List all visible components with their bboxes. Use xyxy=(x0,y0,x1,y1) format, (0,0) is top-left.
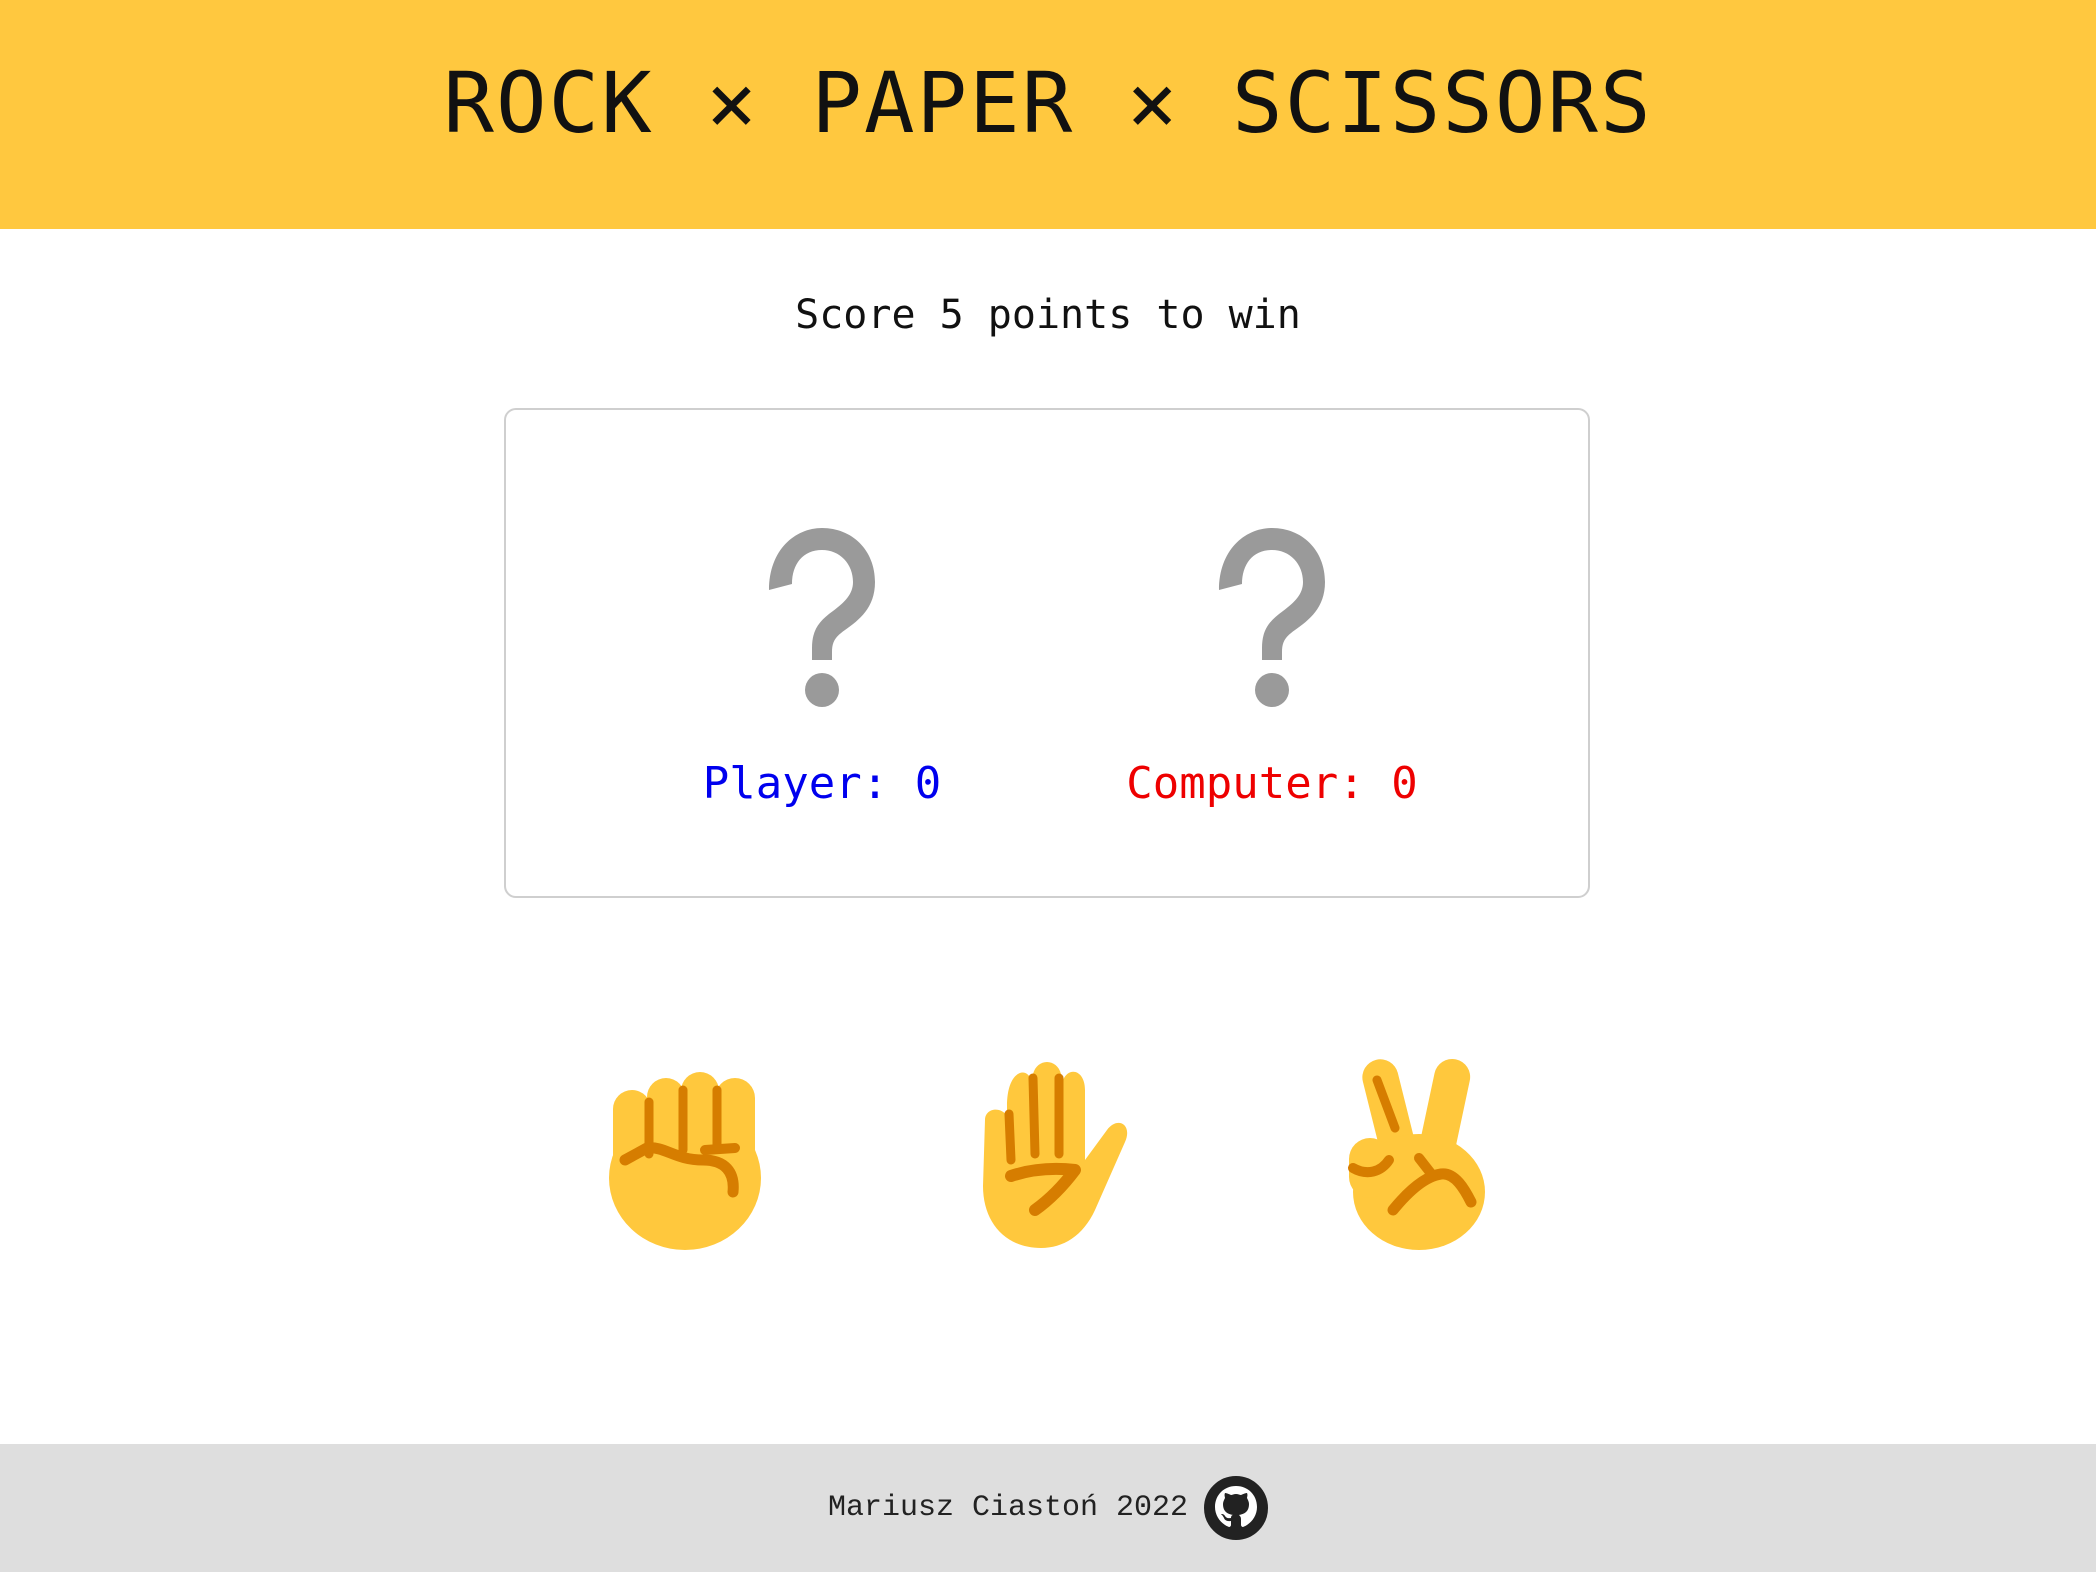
page-footer: Mariusz Ciastoń 2022 xyxy=(0,1444,2096,1572)
paper-button[interactable] xyxy=(935,1040,1155,1260)
github-icon[interactable] xyxy=(1204,1476,1269,1540)
victory-hand-icon xyxy=(1348,1058,1485,1250)
scoreboard: Player: 0 Computer: 0 xyxy=(504,408,1590,898)
player-panel: Player: 0 xyxy=(652,520,992,809)
choice-buttons xyxy=(0,1040,2096,1260)
computer-score: Computer: 0 xyxy=(1126,758,1418,809)
player-score: Player: 0 xyxy=(702,758,942,809)
footer-credit: Mariusz Ciastoń 2022 xyxy=(827,1491,1189,1525)
rock-button[interactable] xyxy=(575,1040,795,1260)
question-mark-icon xyxy=(757,520,887,710)
page-header: ROCK × PAPER × SCISSORS xyxy=(0,0,2096,229)
win-condition-text: Score 5 points to win xyxy=(795,292,1301,338)
game-title: ROCK × PAPER × SCISSORS xyxy=(443,53,1653,152)
question-mark-icon xyxy=(1207,520,1337,710)
raised-fist-icon xyxy=(609,1072,761,1250)
scissors-button[interactable] xyxy=(1305,1040,1525,1260)
raised-hand-icon xyxy=(983,1062,1128,1248)
computer-panel: Computer: 0 xyxy=(1102,520,1442,809)
